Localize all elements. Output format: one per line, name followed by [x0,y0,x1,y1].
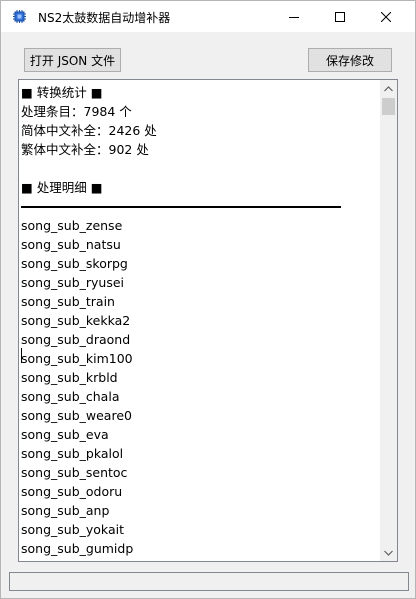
app-window: NS2太鼓数据自动增补器 打开 JSON 文件 保存修改 ■ 转换统计 ■ 处理… [0,0,416,599]
stat-traditional: 繁体中文补全：902 处 [21,142,149,157]
close-icon [381,11,391,22]
stats-header: ■ 转换统计 ■ [21,85,103,100]
save-changes-button[interactable]: 保存修改 [308,48,392,72]
stat-processed: 处理条目：7984 个 [21,104,132,119]
minimize-icon [289,16,299,18]
maximize-button[interactable] [317,1,363,32]
close-button[interactable] [363,1,409,32]
status-bar [9,572,409,591]
entry-line: song_sub_chala [21,389,120,404]
minimize-button[interactable] [271,1,317,32]
title-bar[interactable]: NS2太鼓数据自动增补器 [1,1,415,32]
text-caret [21,348,22,363]
entry-line: song_sub_zense [21,218,123,233]
entry-line: song_sub_anp [21,503,110,518]
output-textarea[interactable]: ■ 转换统计 ■ 处理条目：7984 个 简体中文补全：2426 处 繁体中文补… [18,79,398,562]
entry-line: song_sub_skorpg [21,256,128,271]
entry-line: song_sub_yokait [21,522,124,537]
entry-line: song_sub_pkalol [21,446,124,461]
stat-simplified: 简体中文补全：2426 处 [21,123,157,138]
app-icon [12,9,27,24]
maximize-icon [335,11,345,22]
entry-line: song_sub_kim100 [21,351,133,366]
scroll-down-button[interactable] [380,544,397,561]
entry-line: song_sub_gumidp [21,541,134,556]
entry-line: song_sub_weare0 [21,408,132,423]
separator-line [21,197,377,216]
vertical-scrollbar[interactable] [380,80,397,561]
entry-line: song_sub_natsu [21,237,121,252]
entry-line: song_sub_ryusei [21,275,125,290]
scroll-thumb[interactable] [382,98,395,115]
window-title: NS2太鼓数据自动增补器 [38,11,171,25]
scroll-up-button[interactable] [380,80,397,97]
entry-line: song_sub_krbld [21,370,118,385]
open-json-button[interactable]: 打开 JSON 文件 [24,48,121,72]
entry-line: song_sub_kekka2 [21,313,131,328]
entry-line: song_sub_draond [21,332,131,347]
chevron-up-icon [384,85,393,91]
details-header: ■ 处理明细 ■ [21,180,103,195]
chevron-down-icon [384,550,393,556]
entry-line: song_sub_train [21,294,115,309]
entry-line: song_sub_sentoc [21,465,128,480]
output-text: ■ 转换统计 ■ 处理条目：7984 个 简体中文补全：2426 处 繁体中文补… [21,83,377,558]
entry-line: song_sub_eva [21,427,109,442]
entry-line: song_sub_odoru [21,484,123,499]
